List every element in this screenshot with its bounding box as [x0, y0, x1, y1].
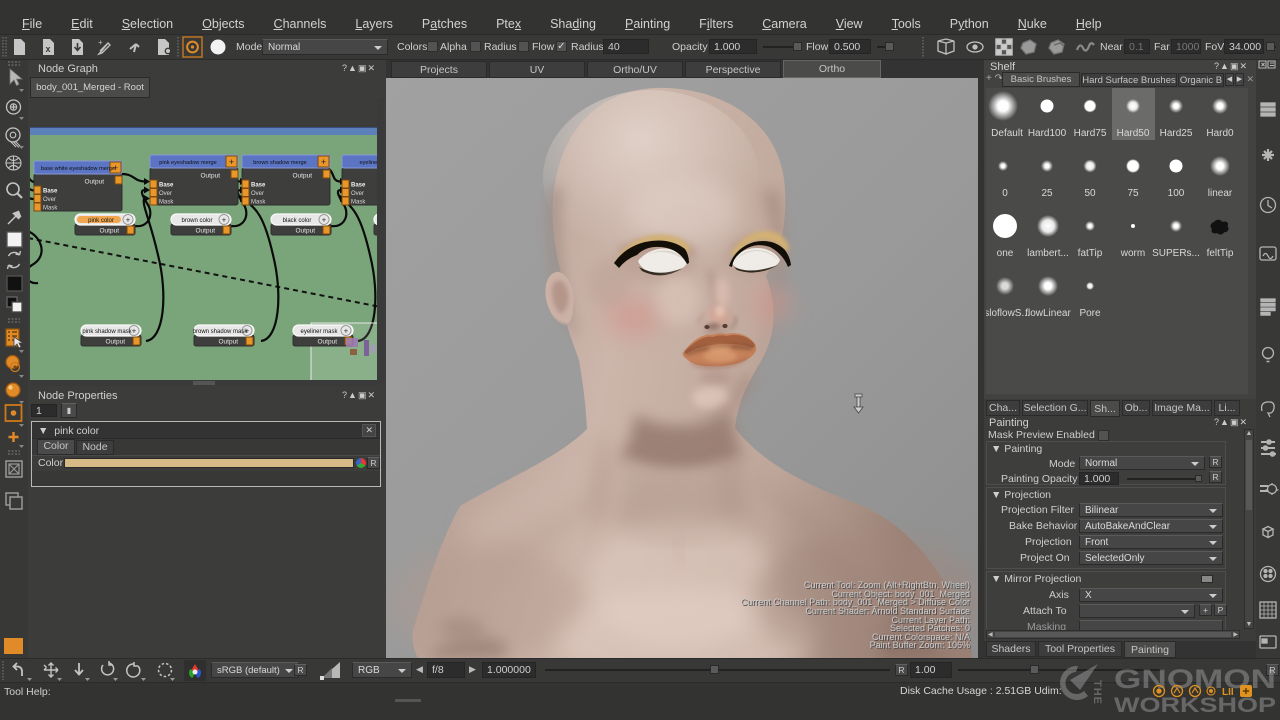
- svg-text:pink color: pink color: [88, 218, 114, 224]
- svg-text:base white eyeshadow merge: base white eyeshadow merge: [41, 166, 115, 172]
- svg-text:100: 100: [1168, 188, 1185, 199]
- svg-text:feltTip: feltTip: [1207, 248, 1234, 259]
- svg-text:+: +: [98, 38, 103, 47]
- svg-text:fatTip: fatTip: [1078, 248, 1103, 259]
- svg-text:SUPERs...: SUPERs...: [1152, 248, 1200, 259]
- svg-text:50: 50: [1084, 188, 1096, 199]
- svg-text:x: x: [45, 44, 50, 54]
- svg-text:Hard100: Hard100: [1028, 128, 1067, 139]
- svg-text:Pore: Pore: [1079, 308, 1101, 319]
- svg-text:Hard0: Hard0: [1206, 128, 1234, 139]
- svg-text:pink shadow mask: pink shadow mask: [82, 329, 132, 335]
- svg-text:black color: black color: [283, 218, 312, 224]
- svg-text:flowLinear: flowLinear: [1025, 308, 1071, 319]
- svg-text:brown shadow merge: brown shadow merge: [253, 160, 306, 166]
- svg-text:pink eyeshadow merge: pink eyeshadow merge: [159, 160, 217, 166]
- svg-text:25: 25: [1041, 188, 1053, 199]
- svg-text:lambert...: lambert...: [1027, 248, 1069, 259]
- svg-text:Default: Default: [991, 128, 1023, 139]
- svg-text:Hard75: Hard75: [1074, 128, 1107, 139]
- svg-text:linear: linear: [1208, 188, 1233, 199]
- svg-text:LII: LII: [1222, 687, 1234, 698]
- svg-text:one: one: [997, 248, 1014, 259]
- svg-text:Hard50: Hard50: [1117, 128, 1150, 139]
- svg-text:eyeliner merge: eyeliner merge: [360, 160, 378, 166]
- svg-text:0: 0: [1002, 188, 1008, 199]
- svg-text:brown shadow mask: brown shadow mask: [193, 329, 249, 335]
- svg-text:Hard25: Hard25: [1160, 128, 1193, 139]
- svg-text:brown color: brown color: [181, 218, 212, 224]
- svg-text:worm: worm: [1120, 248, 1145, 259]
- svg-text:75: 75: [1127, 188, 1139, 199]
- svg-text:eyeliner mask: eyeliner mask: [300, 329, 338, 335]
- svg-text:sloflowS...: sloflowS...: [986, 308, 1030, 319]
